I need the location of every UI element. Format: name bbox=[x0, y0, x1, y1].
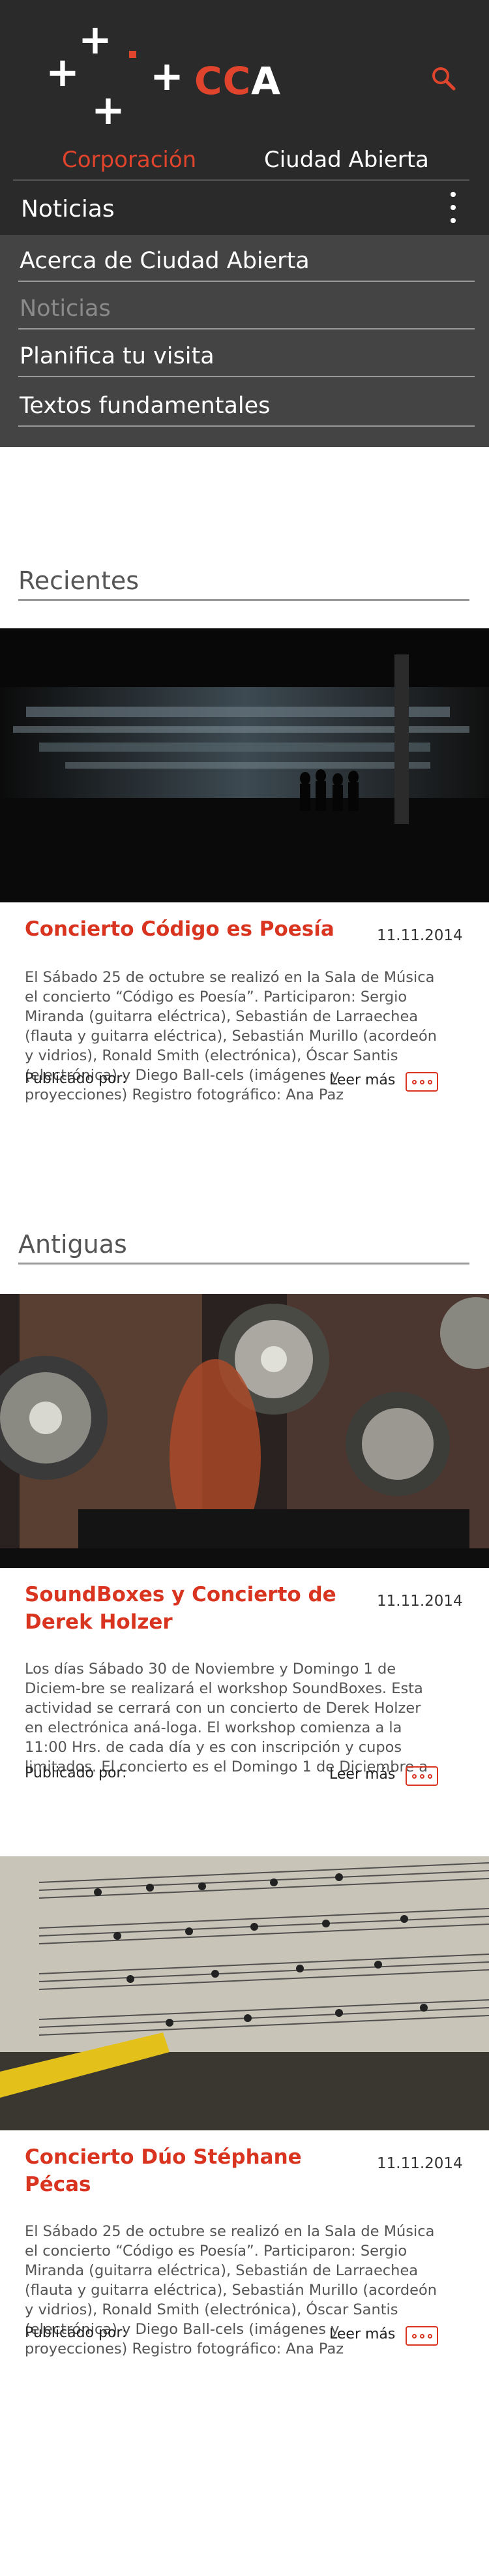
published-by-label: Publicado por: bbox=[25, 2325, 127, 2341]
post-card: Concierto Código es Poesía 11.11.2014 El… bbox=[0, 628, 489, 1150]
top-tabs: Corporación Ciudad Abierta bbox=[13, 147, 469, 181]
tab-corporacion[interactable]: Corporación bbox=[62, 147, 196, 173]
more-options-icon[interactable] bbox=[406, 2326, 438, 2346]
post-date: 11.11.2014 bbox=[377, 2155, 463, 2172]
published-by-label: Publicado por: bbox=[25, 1765, 127, 1781]
site-header: + + + + CCA Corporación Ciudad Abierta N… bbox=[0, 0, 489, 447]
menu-item-planifica[interactable]: Planifica tu visita bbox=[18, 330, 475, 377]
logo-wordmark: CCA bbox=[194, 59, 282, 103]
published-by-label: Publicado por: bbox=[25, 1071, 127, 1087]
tab-ciudad-abierta[interactable]: Ciudad Abierta bbox=[264, 147, 429, 173]
section-label: Noticias bbox=[21, 196, 115, 222]
post-image[interactable] bbox=[0, 1294, 489, 1568]
group-title-older: Antiguas bbox=[18, 1230, 469, 1265]
search-icon[interactable] bbox=[430, 65, 456, 91]
menu-item-acerca[interactable]: Acerca de Ciudad Abierta bbox=[18, 235, 475, 282]
post-title[interactable]: SoundBoxes y Concierto de Derek Holzer bbox=[25, 1581, 351, 1636]
read-more-link[interactable]: Leer más bbox=[329, 1766, 395, 1783]
post-card: SoundBoxes y Concierto de Derek Holzer 1… bbox=[0, 1294, 489, 1855]
logo-plus-icon: + bbox=[46, 48, 80, 96]
menu-item-noticias[interactable]: Noticias bbox=[18, 283, 475, 330]
menu-item-textos[interactable]: Textos fundamentales bbox=[18, 380, 475, 427]
group-title-recent: Recientes bbox=[18, 566, 469, 601]
logo-plus-icon: + bbox=[150, 52, 184, 100]
more-options-icon[interactable] bbox=[406, 1072, 438, 1092]
section-dropdown-menu: Acerca de Ciudad Abierta Noticias Planif… bbox=[0, 235, 489, 447]
post-image[interactable] bbox=[0, 628, 489, 902]
post-title[interactable]: Concierto Código es Poesía bbox=[25, 915, 351, 943]
more-options-icon[interactable] bbox=[406, 1766, 438, 1786]
section-bar: Noticias bbox=[0, 189, 489, 230]
post-excerpt: Los días Sábado 30 de Noviembre y Doming… bbox=[25, 1661, 428, 1775]
post-date: 11.11.2014 bbox=[377, 1593, 463, 1610]
logo-dot bbox=[129, 51, 136, 58]
cca-logo[interactable]: + + + + CCA bbox=[46, 20, 280, 130]
post-image[interactable] bbox=[0, 1856, 489, 2130]
logo-plus-icon: + bbox=[91, 86, 125, 134]
logo-plus-icon: + bbox=[78, 16, 112, 63]
kebab-menu-icon[interactable] bbox=[443, 189, 463, 230]
post-date: 11.11.2014 bbox=[377, 927, 463, 944]
post-title[interactable]: Concierto Dúo Stéphane Pécas bbox=[25, 2143, 351, 2198]
read-more-link[interactable]: Leer más bbox=[329, 2326, 395, 2342]
read-more-link[interactable]: Leer más bbox=[329, 1072, 395, 1088]
post-card: Concierto Dúo Stéphane Pécas 11.11.2014 … bbox=[0, 1856, 489, 2417]
